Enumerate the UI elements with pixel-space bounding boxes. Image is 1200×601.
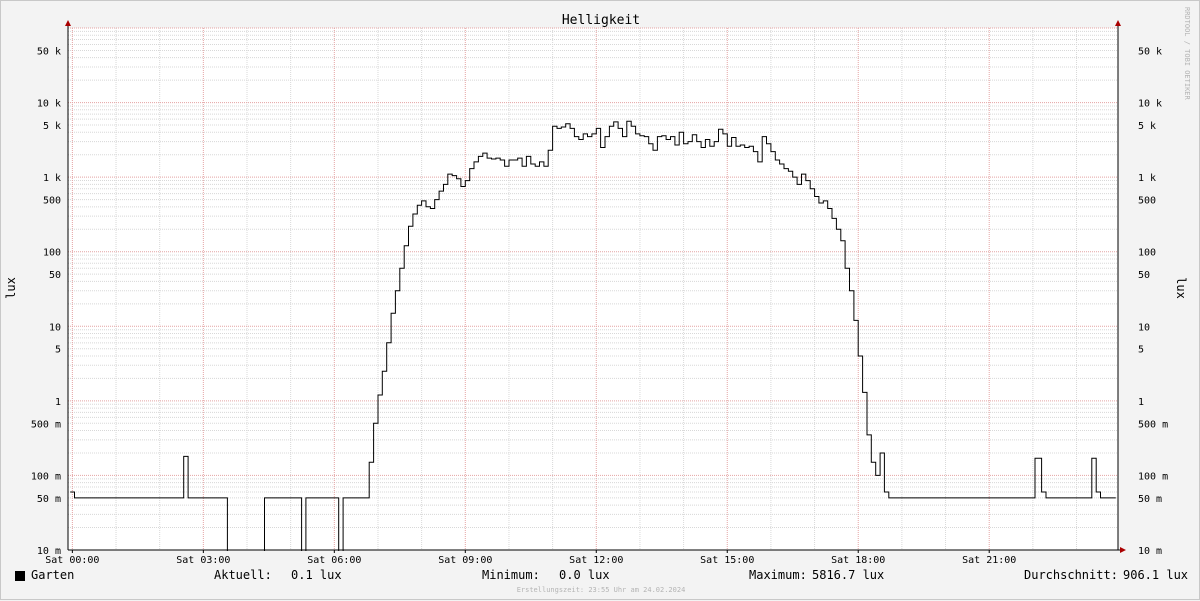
y-tick-label-right: 100 m	[1138, 471, 1168, 482]
legend-min-label: Minimum:	[482, 568, 540, 582]
y-tick-label-left: 500 m	[31, 419, 61, 430]
y-tick-label-right: 1 k	[1138, 173, 1156, 184]
x-tick-label: Sat 03:00	[176, 555, 230, 566]
y-tick-label-right: 5 k	[1138, 121, 1156, 132]
y-tick-label-left: 10 k	[37, 99, 61, 110]
x-tick-label: Sat 06:00	[307, 555, 361, 566]
y-tick-label-left: 500	[43, 196, 61, 207]
x-axis-arrow	[1120, 547, 1126, 553]
x-tick-labels: Sat 00:00 Sat 03:00 Sat 06:00 Sat 09:00 Sat …	[45, 550, 1016, 566]
y-tick-labels-left: 10 m50 m100 m500 m1510501005001 k5 k10 k…	[31, 46, 61, 557]
legend-current-value: 0.1 lux	[291, 568, 342, 582]
creation-timestamp: Erstellungszeit: 23:55 Uhr am 24.02.2024	[516, 586, 686, 594]
y-tick-label-left: 1 k	[43, 173, 61, 184]
y-tick-label-left: 50 k	[37, 46, 61, 57]
y-tick-label-right: 10	[1138, 322, 1150, 333]
legend-series-name: Garten	[31, 568, 75, 582]
y-axis-arrow-right	[1115, 20, 1121, 26]
chart-frame: 10 m 50 m 100 m 500 m 1 5 10 50 100 500 1 k 5 k 10 k…	[0, 0, 1200, 600]
legend-max-label: Maximum:	[749, 568, 807, 582]
y-tick-label-right: 50 m	[1138, 494, 1162, 505]
y-tick-label-left: 50 m	[37, 494, 61, 505]
legend-avg-label: Durchschnitt:	[1024, 568, 1118, 582]
x-tick-label: Sat 21:00	[962, 555, 1016, 566]
x-tick-label: Sat 12:00	[569, 555, 623, 566]
y-tick-label-right: 5	[1138, 345, 1144, 356]
y-tick-label-left: 100	[43, 248, 61, 259]
y-tick-label-right: 50 k	[1138, 46, 1162, 57]
y-axis-label-left: lux	[4, 277, 18, 299]
x-tick-label: Sat 18:00	[831, 555, 885, 566]
chart-svg: 10 m 50 m 100 m 500 m 1 5 10 50 100 500 1 k 5 k 10 k…	[4, 13, 1188, 566]
y-tick-label-right: 10 k	[1138, 99, 1162, 110]
x-tick-label: Sat 15:00	[700, 555, 754, 566]
legend-min-value: 0.0 lux	[559, 568, 610, 582]
y-tick-label-right: 500 m	[1138, 419, 1168, 430]
y-tick-label-left: 5	[55, 345, 61, 356]
y-tick-label-left: 5 k	[43, 121, 61, 132]
chart-title: Helligkeit	[562, 13, 640, 28]
legend-max-value: 5816.7 lux	[812, 568, 885, 582]
legend-current-label: Aktuell:	[214, 568, 272, 582]
legend-avg-value: 906.1 lux	[1123, 568, 1189, 582]
rrdtool-watermark: RRDTOOL / TOBI OETIKER	[1183, 7, 1191, 100]
y-tick-label-right: 1	[1138, 397, 1144, 408]
y-tick-label-left: 50	[49, 270, 61, 281]
y-tick-label-right: 10 m	[1138, 546, 1162, 557]
y-tick-label-right: 100	[1138, 248, 1156, 259]
y-axis-arrow-left	[65, 20, 71, 26]
legend: Garten Aktuell: 0.1 lux Minimum: 0.0 lux…	[1, 567, 1200, 585]
y-axis-label-right: lux	[1174, 277, 1188, 299]
x-tick-label: Sat 00:00	[45, 555, 99, 566]
y-tick-label-left: 1	[55, 397, 61, 408]
y-tick-label-left: 100 m	[31, 471, 61, 482]
y-tick-labels-right: 10 m 50 m 100 m 500 m 1 5 10 50 100 500 1 k 5 k 10 k…	[1138, 46, 1168, 557]
y-tick-label-right: 500	[1138, 196, 1156, 207]
y-tick-label-right: 50	[1138, 270, 1150, 281]
y-tick-label-left: 10	[49, 322, 61, 333]
x-tick-label: Sat 09:00	[438, 555, 492, 566]
legend-swatch-garten	[15, 571, 25, 581]
